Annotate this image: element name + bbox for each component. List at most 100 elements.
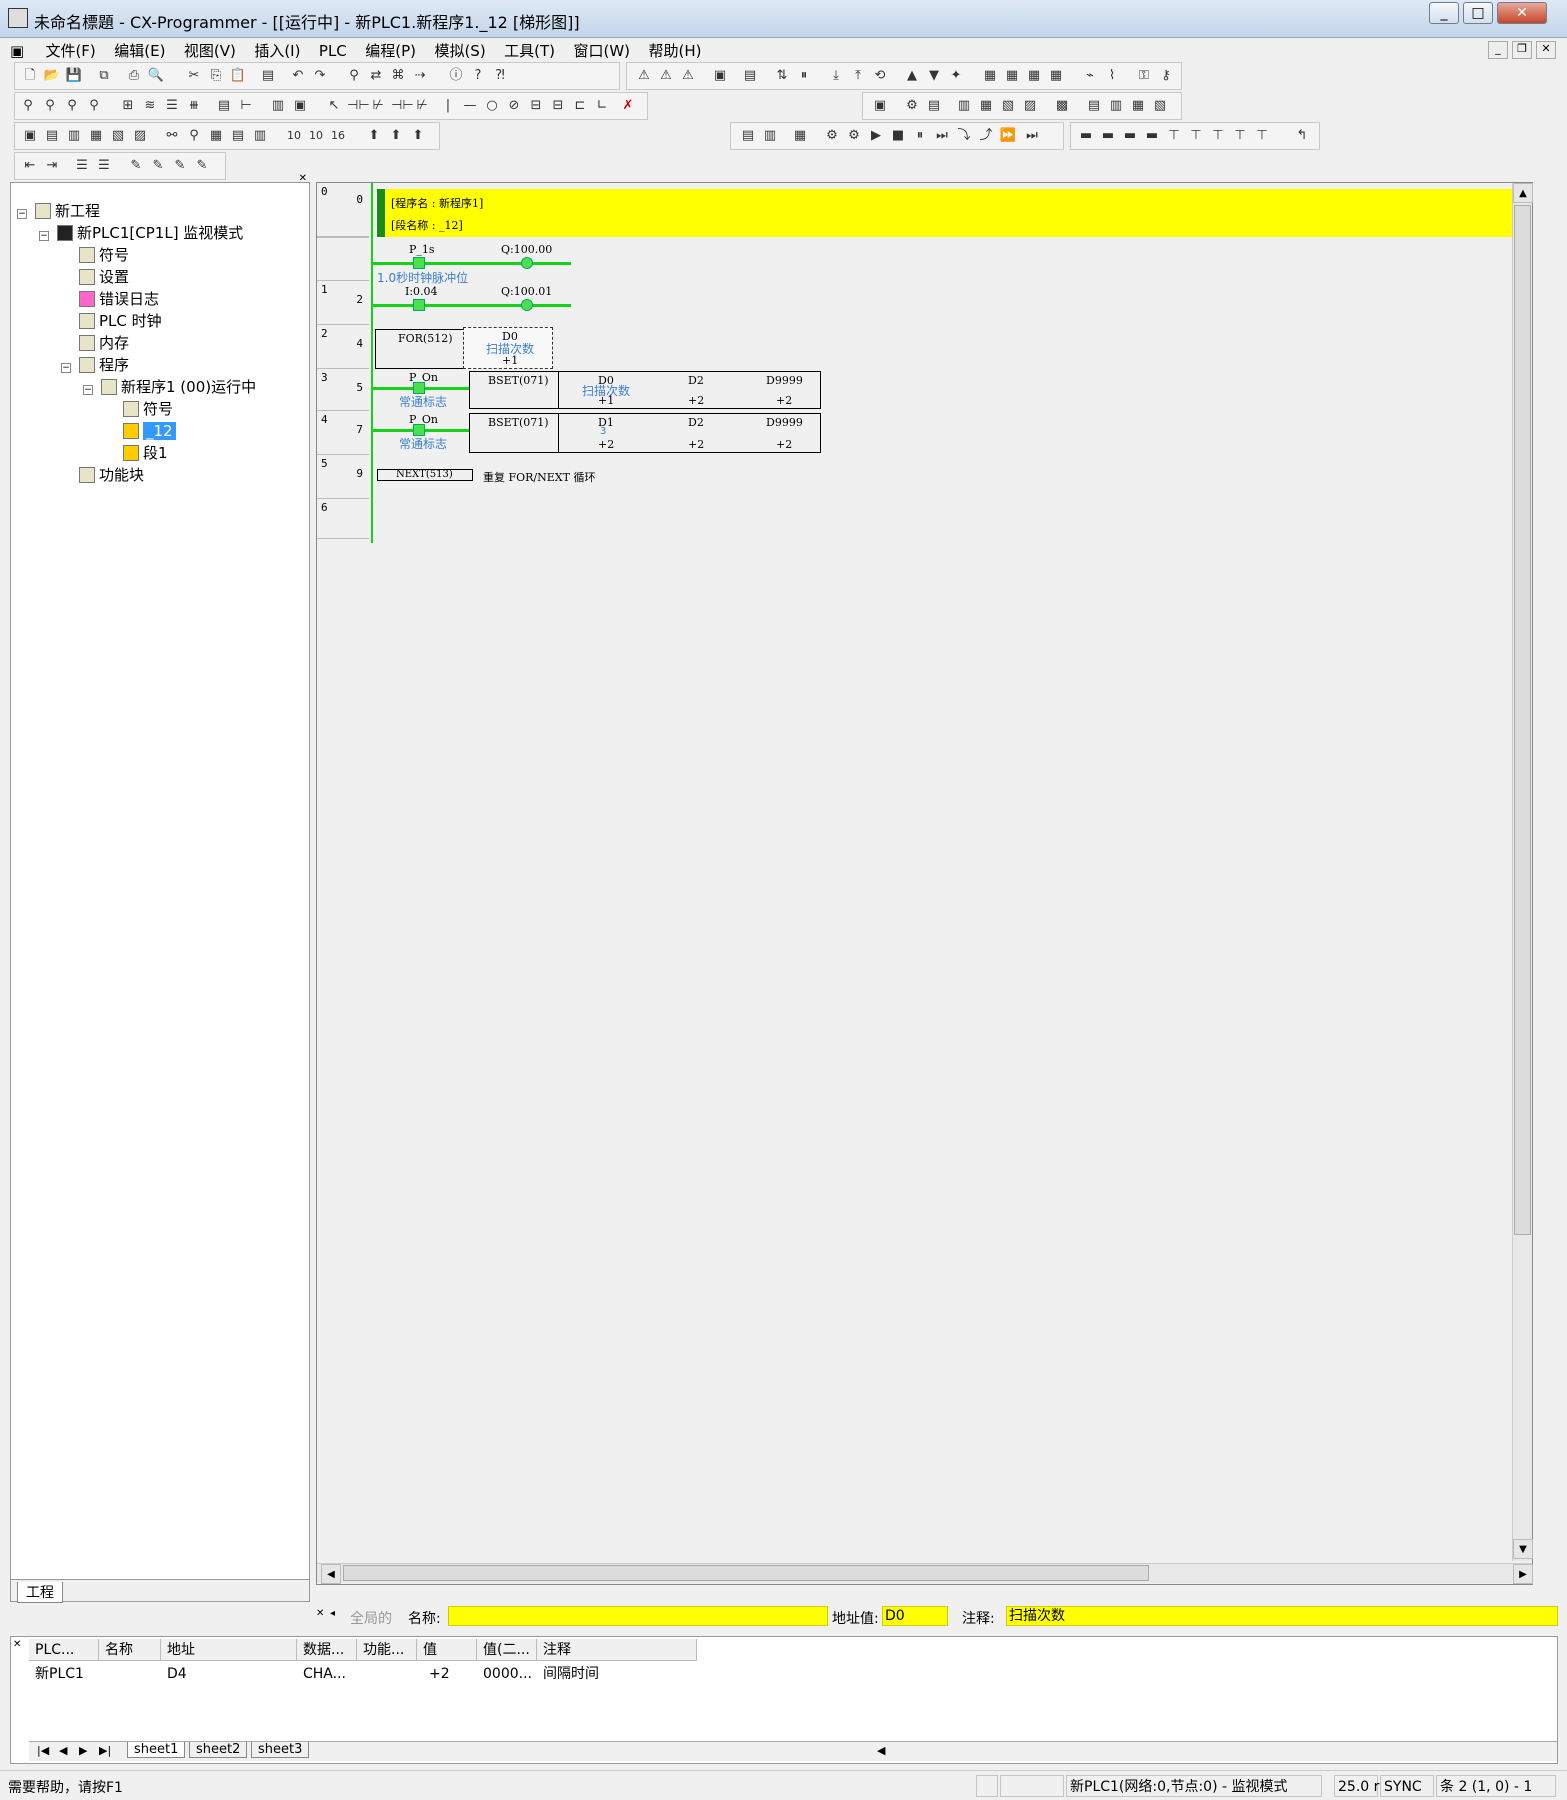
find-icon[interactable]: ⚲: [345, 67, 363, 85]
mnemonic-icon[interactable]: ▥: [269, 97, 287, 115]
save-icon[interactable]: 💾: [65, 67, 83, 85]
mdi-minimize-button[interactable]: _: [1488, 41, 1508, 59]
bp4-icon[interactable]: ▬: [1143, 127, 1161, 145]
prev-sheet-icon[interactable]: ◀: [59, 1744, 67, 1757]
mdi-close-button[interactable]: ✕: [1536, 41, 1556, 59]
col-value[interactable]: 值: [417, 1639, 477, 1661]
print-icon[interactable]: ⎙: [125, 67, 143, 85]
maximize-button[interactable]: □: [1463, 2, 1493, 24]
scroll-thumb[interactable]: [1514, 205, 1531, 1235]
tree-icon[interactable]: ⊢: [237, 97, 255, 115]
step-icon[interactable]: ⏭: [933, 127, 951, 145]
tree-prog-symbols[interactable]: 符号: [123, 399, 173, 419]
zoom-out-icon[interactable]: ⚲: [19, 97, 37, 115]
menu-window[interactable]: 窗口(W): [566, 38, 637, 63]
watch2-icon[interactable]: ▦: [1003, 67, 1021, 85]
bp10-icon[interactable]: ↰: [1293, 127, 1311, 145]
cell-function[interactable]: [357, 1663, 417, 1685]
zoom-fit-icon[interactable]: ⚲: [85, 97, 103, 115]
scroll-down-icon[interactable]: ▼: [1513, 1539, 1533, 1559]
io-table-icon[interactable]: ▦: [207, 127, 225, 145]
help-icon[interactable]: ?: [469, 67, 487, 85]
bp-toggle-icon[interactable]: ✎: [127, 157, 145, 175]
project-view-icon[interactable]: ▣: [21, 127, 39, 145]
col-plc[interactable]: PLC...: [29, 1639, 99, 1661]
r2-operand-cell[interactable]: D0 扫描次数 +1: [463, 327, 553, 369]
stop-icon[interactable]: ■: [889, 127, 907, 145]
io-icon[interactable]: ▨: [1021, 97, 1039, 115]
cell-datatype[interactable]: CHA...: [297, 1663, 357, 1685]
tree-error-log[interactable]: 错误日志: [79, 289, 159, 309]
tree-root[interactable]: 新工程: [35, 201, 100, 221]
copy-icon[interactable]: ⎘: [207, 67, 225, 85]
force-cancel-icon[interactable]: ✦: [947, 67, 965, 85]
col-datatype[interactable]: 数据...: [297, 1639, 357, 1661]
cell-plc[interactable]: 新PLC1: [29, 1663, 99, 1685]
tree-program1[interactable]: 新程序1 (00)运行中: [101, 377, 256, 397]
pause-sim-icon[interactable]: ⏸: [911, 127, 929, 145]
address-ref-icon[interactable]: ▨: [131, 127, 149, 145]
tree-memory[interactable]: 内存: [79, 333, 129, 353]
force-on-icon[interactable]: ▲: [903, 67, 921, 85]
watch-close-icon[interactable]: ✕: [13, 1639, 21, 1650]
tree-plc[interactable]: 新PLC1[CP1L] 监视模式: [57, 223, 243, 243]
line-connect-icon[interactable]: ∟: [593, 97, 611, 115]
view2-icon[interactable]: ▥: [1107, 97, 1125, 115]
sim2-icon[interactable]: ▥: [761, 127, 779, 145]
transfer-icon[interactable]: ⇅: [773, 67, 791, 85]
sim4-icon[interactable]: ⚙: [823, 127, 841, 145]
redo-icon[interactable]: ↷: [311, 67, 329, 85]
horizontal-line-icon[interactable]: —: [461, 97, 479, 115]
download-icon[interactable]: ⤓: [827, 67, 845, 85]
first-sheet-icon[interactable]: |◀: [37, 1744, 49, 1757]
online-icon[interactable]: ⚠: [657, 67, 675, 85]
new-icon[interactable]: 🗋: [21, 67, 39, 85]
watch-view-icon[interactable]: ▧: [109, 127, 127, 145]
menu-simulate[interactable]: 模拟(S): [427, 38, 492, 63]
cancel-edit-icon[interactable]: ▥: [955, 97, 973, 115]
menu-insert[interactable]: 插入(I): [247, 38, 307, 63]
coil-nc-icon[interactable]: ⊘: [505, 97, 523, 115]
grid-icon[interactable]: ⊞: [119, 97, 137, 115]
expander-root[interactable]: −: [17, 209, 27, 219]
bp-clear2-icon[interactable]: ✎: [171, 157, 189, 175]
run-mode-icon[interactable]: ▤: [741, 67, 759, 85]
bookmark3-icon[interactable]: ⬆: [409, 127, 427, 145]
memory-table-icon[interactable]: ▥: [251, 127, 269, 145]
program-mode-icon[interactable]: ▣: [711, 67, 729, 85]
compare-icon[interactable]: ⧉: [95, 67, 113, 85]
bp8-icon[interactable]: ⊤: [1231, 127, 1249, 145]
bp9-icon[interactable]: ⊤: [1253, 127, 1271, 145]
mdi-restore-button[interactable]: ❐: [1512, 41, 1532, 59]
delete-line-icon[interactable]: ✗: [619, 97, 637, 115]
sim3-icon[interactable]: ▦: [791, 127, 809, 145]
trace-icon[interactable]: ⌁: [1081, 67, 1099, 85]
online-edit-icon[interactable]: ▣: [871, 97, 889, 115]
propbar-close-icon[interactable]: ✕: [316, 1608, 324, 1619]
bookmark-icon[interactable]: ⬆: [365, 127, 383, 145]
undo-icon[interactable]: ↶: [289, 67, 307, 85]
monitor-view-icon[interactable]: ▤: [1085, 97, 1103, 115]
cell-comment[interactable]: 间隔时间: [537, 1663, 697, 1685]
bp-clear3-icon[interactable]: ✎: [193, 157, 211, 175]
cross-ref-icon[interactable]: ⌘: [389, 67, 407, 85]
edit-rung-icon[interactable]: ⚙: [903, 97, 921, 115]
tree-close-icon[interactable]: ✕: [299, 173, 307, 184]
tree-function-blocks[interactable]: 功能块: [79, 465, 144, 485]
bp7-icon[interactable]: ⊤: [1209, 127, 1227, 145]
watch3-icon[interactable]: ▦: [1025, 67, 1043, 85]
sheet-scroll-left-icon[interactable]: ◀: [877, 1744, 885, 1757]
decimal-icon[interactable]: 10: [285, 127, 303, 145]
send-changes-icon[interactable]: ▤: [925, 97, 943, 115]
col-function[interactable]: 功能...: [357, 1639, 417, 1661]
tree-plc-clock[interactable]: PLC 时钟: [79, 311, 162, 331]
mdi-doc-icon[interactable]: ▣: [10, 42, 34, 60]
expander-programs[interactable]: −: [61, 363, 71, 373]
col-name[interactable]: 名称: [99, 1639, 161, 1661]
menu-help[interactable]: 帮助(H): [641, 38, 708, 63]
r5-instruction-box[interactable]: NEXT(513): [377, 469, 473, 481]
r1-contact[interactable]: [413, 299, 425, 311]
col-value-bin[interactable]: 值(二...: [477, 1639, 537, 1661]
zoom-icon[interactable]: ⚲: [63, 97, 81, 115]
rung-comments-icon[interactable]: ⧻: [185, 97, 203, 115]
